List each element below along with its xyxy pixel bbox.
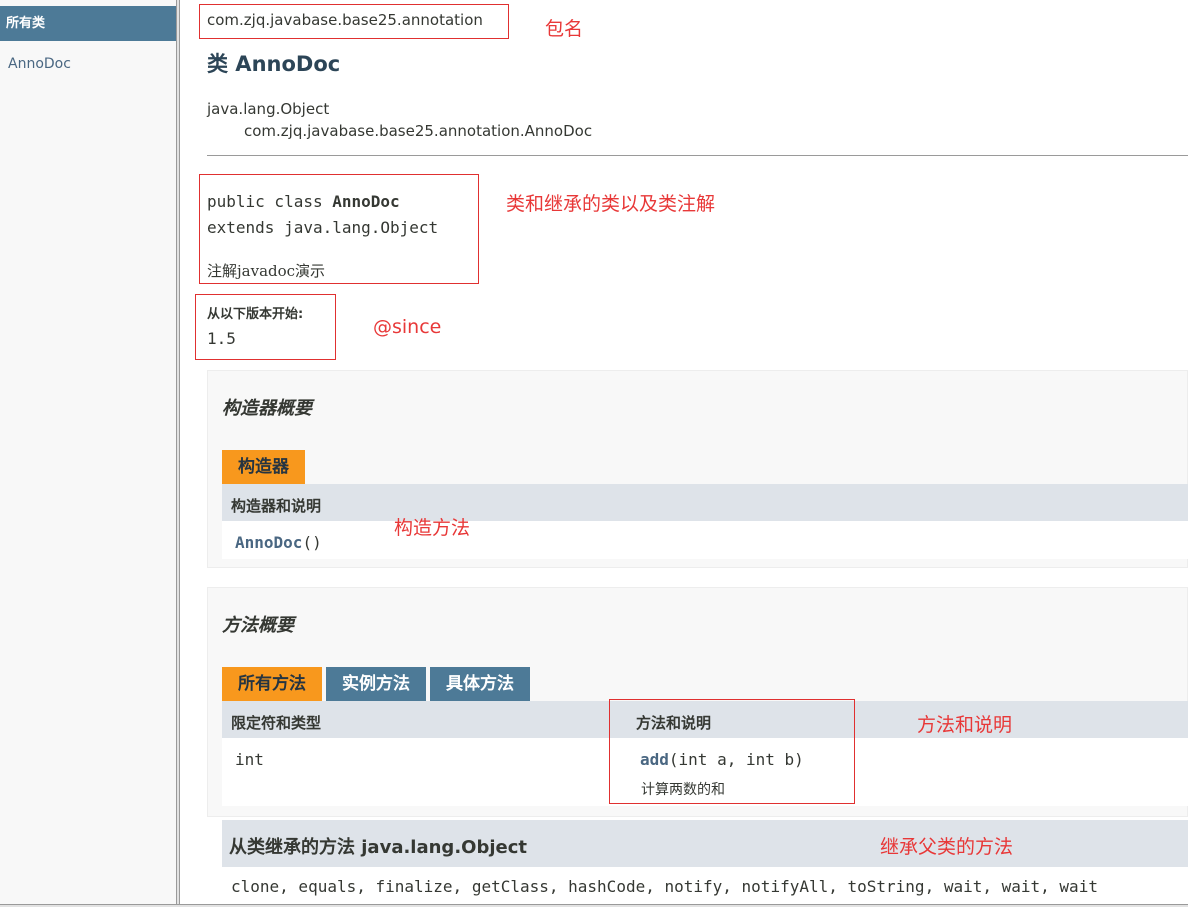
annotation-since: @since <box>373 316 442 338</box>
inheritance-root: java.lang.Object <box>207 100 330 118</box>
tab-all-methods[interactable]: 所有方法 <box>222 667 322 701</box>
decl-class-name: AnnoDoc <box>332 192 400 211</box>
annotation-inherited: 继承父类的方法 <box>880 836 1014 858</box>
constructor-table-header: 构造器和说明 <box>222 484 1188 521</box>
since-label: 从以下版本开始: <box>207 307 304 322</box>
constructor-link[interactable]: AnnoDoc <box>235 533 302 552</box>
all-classes-header: 所有类 <box>0 6 176 41</box>
decl-prefix: public class <box>207 192 333 211</box>
class-declaration-line2: extends java.lang.Object <box>207 218 439 237</box>
tab-constructors[interactable]: 构造器 <box>222 450 305 484</box>
method-summary-title: 方法概要 <box>222 615 294 636</box>
constructor-header-label: 构造器和说明 <box>231 497 322 515</box>
method-highlight-box <box>609 699 855 804</box>
left-frame <box>0 0 176 907</box>
modifier-type-header: 限定符和类型 <box>231 714 322 732</box>
since-value: 1.5 <box>207 329 236 348</box>
package-name: com.zjq.javabase.base25.annotation <box>207 11 483 29</box>
annotation-class: 类和继承的类以及类注解 <box>506 193 716 215</box>
constructor-signature: AnnoDoc() <box>235 533 322 552</box>
method-return-type: int <box>235 750 264 769</box>
tab-instance-methods[interactable]: 实例方法 <box>326 667 426 701</box>
inheritance-child: com.zjq.javabase.base25.annotation.AnnoD… <box>244 122 593 140</box>
inherited-methods-list: clone, equals, finalize, getClass, hashC… <box>222 867 1188 907</box>
class-title: 类 AnnoDoc <box>207 52 341 76</box>
inherited-methods-header: 从类继承的方法 java.lang.Object <box>222 820 1188 867</box>
frame-divider[interactable] <box>176 0 180 907</box>
annotation-package: 包名 <box>545 18 584 40</box>
class-link-annodoc[interactable]: AnnoDoc <box>8 56 71 72</box>
inherited-methods-text[interactable]: clone, equals, finalize, getClass, hashC… <box>231 877 1098 896</box>
divider <box>207 155 1188 156</box>
tab-concrete-methods[interactable]: 具体方法 <box>430 667 530 701</box>
annotation-method: 方法和说明 <box>917 714 1013 736</box>
class-description: 注解javadoc演示 <box>207 262 326 280</box>
constructor-row: AnnoDoc() <box>222 521 1188 559</box>
annotation-constructor: 构造方法 <box>394 517 471 539</box>
constructor-summary-title: 构造器概要 <box>222 398 312 419</box>
constructor-params: () <box>302 533 322 552</box>
class-declaration-line1: public class AnnoDoc <box>207 192 400 211</box>
inherited-title: 从类继承的方法 java.lang.Object <box>229 837 527 858</box>
